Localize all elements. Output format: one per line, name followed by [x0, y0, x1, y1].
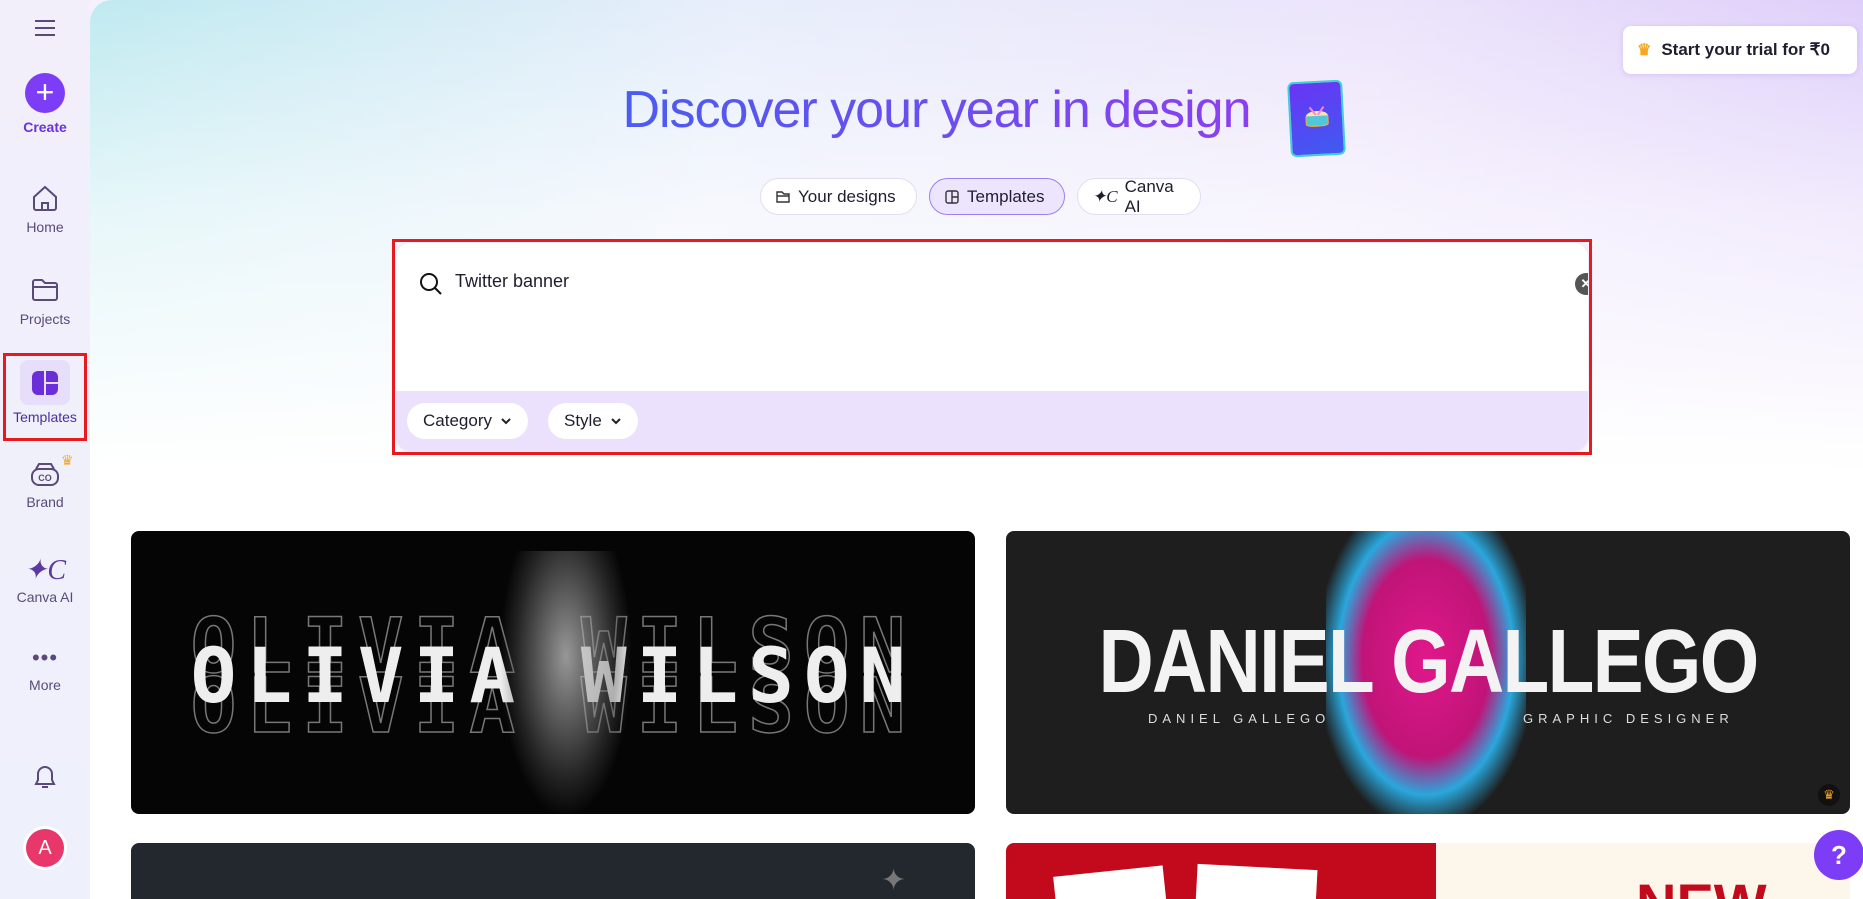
brand-label: Brand — [26, 494, 64, 510]
canva-ai-label: Canva AI — [16, 589, 74, 605]
sidebar-item-projects[interactable]: Projects — [0, 275, 90, 327]
template-title: DANIEL GALLEGO — [1098, 612, 1759, 712]
plus-icon: + — [25, 73, 65, 113]
bell-icon — [34, 766, 56, 788]
crown-icon: ♛ — [1637, 42, 1652, 59]
tab-canva-ai[interactable]: ✦C Canva AI — [1077, 176, 1201, 216]
tab-label: Canva AI — [1124, 176, 1174, 216]
start-trial-label: Start your trial for ₹0 — [1661, 40, 1830, 59]
template-card-olivia-wilson[interactable]: OLIVIA WILSON OLIVIA WILSON OLIVIA WILSO… — [131, 531, 975, 814]
template-title: NEW — [1636, 871, 1767, 899]
tab-label: Templates — [967, 186, 1045, 206]
sidebar-item-home[interactable]: Home — [0, 183, 90, 235]
templates-icon — [945, 189, 959, 204]
start-trial-button[interactable]: ♛ Start your trial for ₹0 — [1623, 26, 1857, 74]
hamburger-icon — [35, 20, 55, 36]
folder-icon — [32, 279, 58, 301]
notifications-button[interactable] — [0, 762, 90, 792]
drum-illustration-icon — [1289, 81, 1344, 156]
template-role: GRAPHIC DESIGNER — [1523, 711, 1734, 726]
home-icon — [33, 185, 57, 211]
menu-button[interactable] — [0, 18, 90, 38]
highlight-box — [3, 353, 87, 441]
sparkle-icon: ✦ — [881, 864, 907, 897]
create-label: Create — [23, 119, 67, 135]
photo-frame — [1194, 863, 1318, 899]
page-title: Discover your year in design — [90, 80, 1863, 140]
highlight-box — [392, 239, 1592, 455]
sidebar-item-brand[interactable]: CO ♛ Brand — [0, 452, 90, 510]
template-card-daniel-gallego[interactable]: DANIEL GALLEGO DANIEL GALLEGO GRAPHIC DE… — [1006, 531, 1850, 814]
sidebar-item-canva-ai[interactable]: ✦C Canva AI — [0, 553, 90, 605]
premium-crown-icon: ♛ — [1818, 784, 1840, 806]
sidebar: + Create Home Projects Templates CO ♛ Br… — [0, 0, 90, 899]
avatar-initial: A — [26, 829, 64, 867]
canva-ai-icon: ✦C — [23, 555, 67, 586]
avatar[interactable]: A — [0, 826, 90, 870]
tab-templates[interactable]: Templates — [929, 178, 1065, 215]
svg-text:CO: CO — [38, 473, 52, 483]
canva-ai-icon: ✦C — [1092, 186, 1118, 206]
page-title-text: Discover your year in design — [622, 81, 1251, 139]
template-card-dark[interactable]: ✦ — [131, 843, 975, 899]
create-button[interactable]: + Create — [0, 73, 90, 135]
tab-label: Your designs — [798, 186, 896, 206]
more-label: More — [29, 677, 61, 693]
angel-statue-image — [501, 551, 631, 814]
folder-icon — [776, 190, 790, 203]
more-icon: ••• — [31, 645, 59, 670]
brand-icon: CO — [31, 463, 59, 486]
projects-label: Projects — [19, 311, 71, 327]
home-label: Home — [26, 219, 64, 235]
tab-your-designs[interactable]: Your designs — [760, 178, 917, 215]
sidebar-item-more[interactable]: ••• More — [0, 645, 90, 693]
help-button[interactable]: ? — [1814, 830, 1863, 880]
template-name: DANIEL GALLEGO — [1148, 711, 1331, 726]
crown-icon: ♛ — [61, 452, 74, 468]
help-icon: ? — [1831, 839, 1847, 870]
main-content: Discover your year in design ♛ Start you… — [90, 0, 1863, 899]
template-card-new[interactable]: NEW — [1006, 843, 1850, 899]
